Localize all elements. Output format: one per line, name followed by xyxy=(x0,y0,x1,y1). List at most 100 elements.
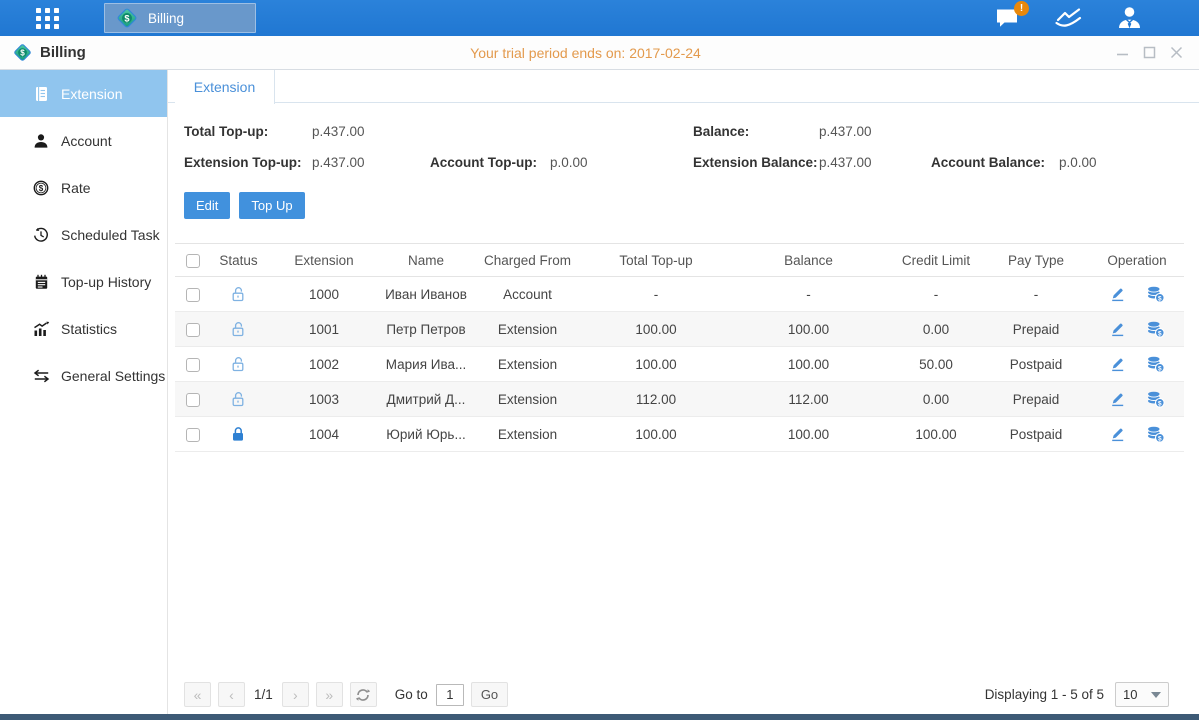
edit-pencil-icon[interactable] xyxy=(1109,356,1126,372)
taskbar-billing-tab[interactable]: $ Billing xyxy=(104,3,256,33)
sidebar-item-label: Top-up History xyxy=(61,274,151,290)
goto-label: Go to xyxy=(395,687,428,702)
table-row[interactable]: 1004 Юрий Юрь... Extension 100.00 100.00… xyxy=(175,417,1184,452)
sidebar-item-label: Rate xyxy=(61,180,91,196)
select-all-checkbox[interactable] xyxy=(186,254,200,268)
row-total-topup: 100.00 xyxy=(585,417,727,452)
column-header-extension: Extension xyxy=(266,244,382,277)
row-extension: 1000 xyxy=(266,277,382,312)
sidebar-item-general-settings[interactable]: General Settings xyxy=(0,352,167,399)
user-icon[interactable] xyxy=(1116,5,1143,31)
window-titlebar: $ Billing Your trial period ends on: 201… xyxy=(0,36,1199,70)
page-indicator: 1/1 xyxy=(254,687,273,702)
messages-icon[interactable]: ! xyxy=(995,7,1021,30)
sidebar-item-statistics[interactable]: Statistics xyxy=(0,305,167,352)
topup-coins-icon[interactable]: $ xyxy=(1146,286,1165,303)
account-balance-value: p.0.00 xyxy=(1059,155,1097,170)
row-checkbox[interactable] xyxy=(186,428,200,442)
balance-value: p.437.00 xyxy=(819,124,872,139)
lock-status-icon xyxy=(230,426,247,443)
account-topup-value: p.0.00 xyxy=(550,155,693,170)
go-button[interactable]: Go xyxy=(471,682,508,707)
app-body: Extension Account $ Rate xyxy=(0,70,1199,714)
table-row[interactable]: 1002 Мария Ива... Extension 100.00 100.0… xyxy=(175,347,1184,382)
row-checkbox-cell xyxy=(175,277,211,312)
window-title: Billing xyxy=(40,44,86,61)
sidebar-item-scheduled-task[interactable]: Scheduled Task xyxy=(0,211,167,258)
row-total-topup: 100.00 xyxy=(585,347,727,382)
first-page-button[interactable]: « xyxy=(184,682,211,707)
topup-history-icon xyxy=(32,274,50,290)
topup-coins-icon[interactable]: $ xyxy=(1146,391,1165,408)
account-icon xyxy=(32,133,50,149)
tab-strip: Extension xyxy=(168,70,1199,103)
row-checkbox[interactable] xyxy=(186,358,200,372)
row-name: Мария Ива... xyxy=(382,347,470,382)
row-extension: 1002 xyxy=(266,347,382,382)
topup-coins-icon[interactable]: $ xyxy=(1146,426,1165,443)
row-charged-from: Extension xyxy=(470,417,585,452)
edit-pencil-icon[interactable] xyxy=(1109,391,1126,407)
apps-grid-icon[interactable] xyxy=(35,7,61,30)
refresh-button[interactable] xyxy=(350,682,377,707)
prev-page-button[interactable]: ‹ xyxy=(218,682,245,707)
row-credit-limit: 0.00 xyxy=(890,312,982,347)
last-page-button[interactable]: » xyxy=(316,682,343,707)
row-operations: $ xyxy=(1090,382,1184,417)
row-checkbox[interactable] xyxy=(186,323,200,337)
table-row[interactable]: 1001 Петр Петров Extension 100.00 100.00… xyxy=(175,312,1184,347)
edit-pencil-icon[interactable] xyxy=(1109,321,1126,337)
topup-coins-icon[interactable]: $ xyxy=(1146,356,1165,373)
sidebar-item-rate[interactable]: $ Rate xyxy=(0,164,167,211)
statistics-chart-icon[interactable] xyxy=(1054,7,1083,30)
table-row[interactable]: 1003 Дмитрий Д... Extension 112.00 112.0… xyxy=(175,382,1184,417)
page-size-value: 10 xyxy=(1123,687,1137,702)
statistics-icon xyxy=(32,321,50,337)
extension-balance-value: p.437.00 xyxy=(819,155,931,170)
action-buttons: Edit Top Up xyxy=(184,192,1199,219)
next-page-button[interactable]: › xyxy=(282,682,309,707)
top-up-button[interactable]: Top Up xyxy=(239,192,304,219)
page-size-select[interactable]: 10 xyxy=(1115,682,1169,707)
minimize-button[interactable] xyxy=(1115,46,1129,60)
sidebar-item-account[interactable]: Account xyxy=(0,117,167,164)
notification-badge: ! xyxy=(1014,1,1029,16)
row-balance: 100.00 xyxy=(727,312,890,347)
column-header-status: Status xyxy=(211,244,266,277)
row-checkbox[interactable] xyxy=(186,393,200,407)
edit-pencil-icon[interactable] xyxy=(1109,286,1126,302)
account-topup-label: Account Top-up: xyxy=(430,155,550,170)
row-charged-from: Extension xyxy=(470,347,585,382)
chevron-down-icon xyxy=(1151,692,1161,698)
edit-pencil-icon[interactable] xyxy=(1109,426,1126,442)
tab-extension[interactable]: Extension xyxy=(175,70,275,104)
sidebar-item-extension[interactable]: Extension xyxy=(0,70,167,117)
row-balance: 112.00 xyxy=(727,382,890,417)
column-header-balance: Balance xyxy=(727,244,890,277)
maximize-button[interactable] xyxy=(1142,46,1156,60)
close-button[interactable] xyxy=(1169,46,1183,60)
row-total-topup: - xyxy=(585,277,727,312)
extension-topup-value: p.437.00 xyxy=(312,155,430,170)
row-balance: 100.00 xyxy=(727,347,890,382)
row-operations: $ xyxy=(1090,347,1184,382)
svg-text:$: $ xyxy=(1158,400,1162,407)
svg-text:$: $ xyxy=(1158,365,1162,372)
sidebar-item-label: Account xyxy=(61,133,112,149)
edit-button[interactable]: Edit xyxy=(184,192,230,219)
displaying-text: Displaying 1 - 5 of 5 xyxy=(985,687,1104,702)
refresh-icon xyxy=(356,688,370,702)
table-row[interactable]: 1000 Иван Иванов Account - - - - xyxy=(175,277,1184,312)
sidebar-item-label: General Settings xyxy=(61,368,165,384)
billing-diamond-icon: $ xyxy=(12,42,33,63)
svg-text:$: $ xyxy=(1158,295,1162,302)
balance-label: Balance: xyxy=(693,124,819,139)
row-checkbox[interactable] xyxy=(186,288,200,302)
sidebar: Extension Account $ Rate xyxy=(0,70,168,714)
main-content: Extension Total Top-up: p.437.00 Balance… xyxy=(168,70,1199,714)
sidebar-item-topup-history[interactable]: Top-up History xyxy=(0,258,167,305)
row-operations: $ xyxy=(1090,312,1184,347)
row-extension: 1004 xyxy=(266,417,382,452)
topup-coins-icon[interactable]: $ xyxy=(1146,321,1165,338)
goto-page-input[interactable] xyxy=(436,684,464,706)
